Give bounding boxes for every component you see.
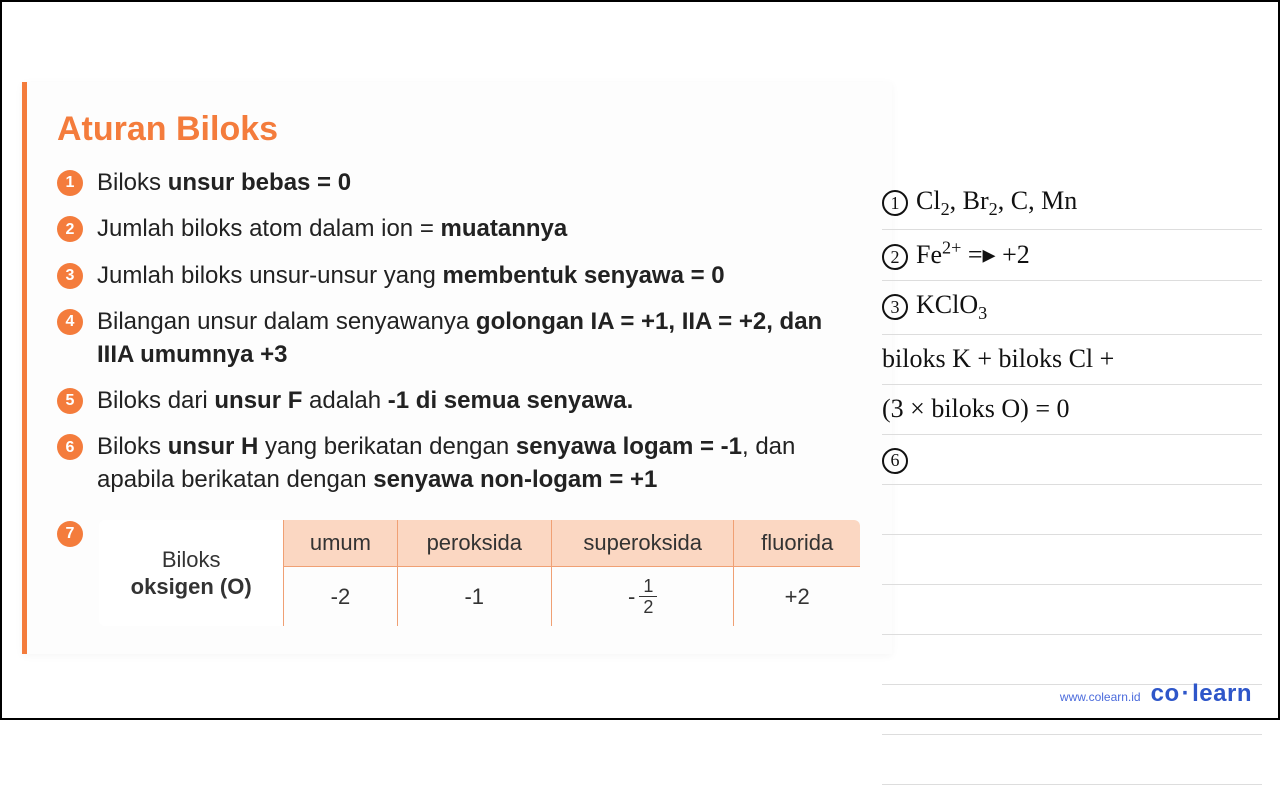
table-header: superoksida — [551, 519, 733, 567]
rule-item: 6 Biloks unsur H yang berikatan dengan s… — [57, 431, 862, 496]
table-cell: -2 — [284, 567, 397, 628]
rule-number-icon: 5 — [57, 388, 83, 414]
rule-number-icon: 1 — [57, 170, 83, 196]
table-rowhead: Biloks oksigen (O) — [98, 519, 284, 627]
footer-url: www.colearn.id — [1060, 690, 1141, 704]
table-header: umum — [284, 519, 397, 567]
table-header: fluorida — [734, 519, 861, 567]
handwriting-circle-icon: 3 — [882, 294, 908, 320]
handwriting-blank-line — [882, 585, 1262, 635]
handwriting-blank-line — [882, 635, 1262, 685]
card-title: Aturan Biloks — [57, 110, 862, 149]
table-cell-fraction: -12 — [551, 567, 733, 628]
handwriting-text: biloks K + biloks Cl + — [882, 344, 1114, 373]
table-header: peroksida — [397, 519, 551, 567]
handwriting-line: biloks K + biloks Cl + — [882, 335, 1262, 385]
rule-item: 3 Jumlah biloks unsur-unsur yang membent… — [57, 260, 862, 292]
rule-number-icon: 4 — [57, 309, 83, 335]
rule-number-icon: 7 — [57, 521, 83, 547]
footer: www.colearn.id co·learn — [1060, 680, 1252, 708]
rule-text: Biloks unsur bebas = 0 — [97, 167, 862, 199]
handwriting-blank-line — [882, 535, 1262, 585]
rules-list: 1 Biloks unsur bebas = 0 2 Jumlah biloks… — [57, 167, 862, 628]
rule-text: Biloks unsur H yang berikatan dengan sen… — [97, 431, 862, 496]
handwriting-circle-icon: 1 — [882, 190, 908, 216]
rule-item: 4 Bilangan unsur dalam senyawanya golong… — [57, 306, 862, 371]
handwriting-text: Cl2, Br2, C, Mn — [916, 186, 1077, 215]
handwriting-blank-line — [882, 485, 1262, 535]
handwriting-line: 3 KClO3 — [882, 281, 1262, 334]
rule-item: 1 Biloks unsur bebas = 0 — [57, 167, 862, 199]
handwriting-circle-icon: 6 — [882, 448, 908, 474]
rule-7-table-wrap: 7 Biloks oksigen (O) umum peroksida supe… — [57, 518, 862, 628]
rule-text: Jumlah biloks atom dalam ion = muatannya — [97, 213, 862, 245]
rule-number-icon: 6 — [57, 434, 83, 460]
handwriting-circle-icon: 2 — [882, 244, 908, 270]
handwriting-text: Fe2+ =▸ +2 — [916, 240, 1030, 269]
rule-text: Biloks dari unsur F adalah -1 di semua s… — [97, 385, 862, 417]
rule-item: 2 Jumlah biloks atom dalam ion = muatann… — [57, 213, 862, 245]
handwriting-line: 6 — [882, 435, 1262, 485]
handwriting-blank-line — [882, 735, 1262, 785]
handwriting-line: 1 Cl2, Br2, C, Mn — [882, 177, 1262, 230]
rule-text: Jumlah biloks unsur-unsur yang membentuk… — [97, 260, 862, 292]
handwriting-line: (3 × biloks O) = 0 — [882, 385, 1262, 435]
rule-text: Bilangan unsur dalam senyawanya golongan… — [97, 306, 862, 371]
rule-number-icon: 2 — [57, 216, 83, 242]
rule-number-icon: 3 — [57, 263, 83, 289]
handwriting-text: (3 × biloks O) = 0 — [882, 394, 1069, 423]
handwriting-text: KClO3 — [916, 290, 987, 319]
colearn-logo: co·learn — [1151, 680, 1252, 708]
table-cell: -1 — [397, 567, 551, 628]
table-cell: +2 — [734, 567, 861, 628]
oxygen-biloks-table: Biloks oksigen (O) umum peroksida supero… — [97, 518, 862, 628]
rule-item: 5 Biloks dari unsur F adalah -1 di semua… — [57, 385, 862, 417]
handwriting-line: 2 Fe2+ =▸ +2 — [882, 230, 1262, 281]
rules-card: Aturan Biloks 1 Biloks unsur bebas = 0 2… — [22, 82, 892, 654]
